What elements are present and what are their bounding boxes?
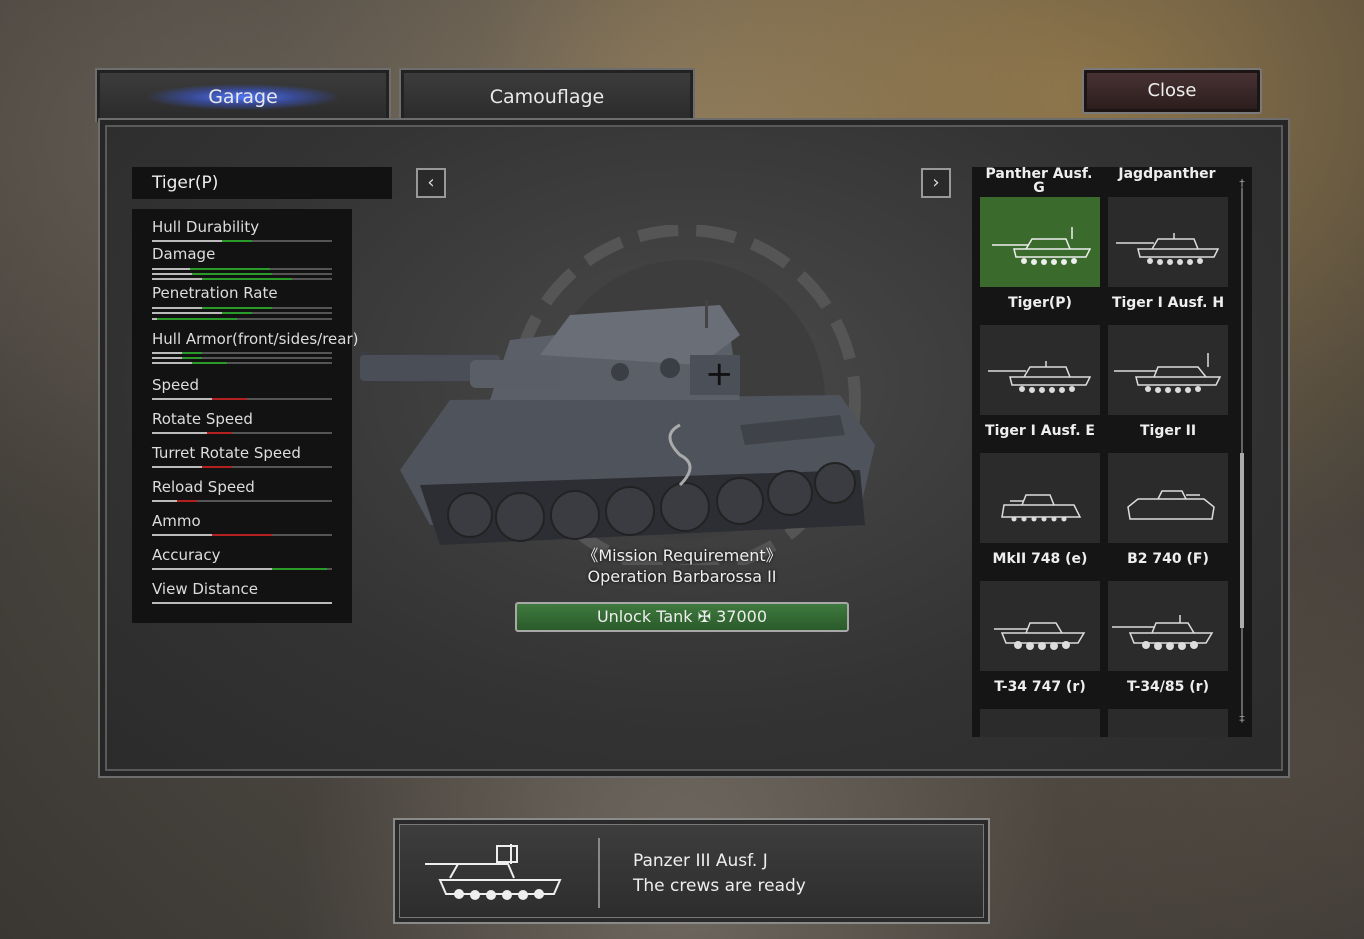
mission-title: 《Mission Requirement》 (582, 546, 782, 565)
tab-garage-label: Garage (208, 86, 278, 108)
stat-label: Rotate Speed (152, 410, 253, 428)
stat-bar (152, 432, 332, 434)
stat-bar (152, 278, 332, 280)
tank-thumbnail (1108, 581, 1228, 671)
notification-divider (598, 838, 600, 908)
stat-bar (152, 318, 332, 320)
tank-tile-t34[interactable]: T-34 747 (r) (980, 581, 1100, 699)
tank-tile-partial[interactable] (1108, 709, 1228, 737)
unlock-tank-button[interactable]: Unlock Tank ✠ 37000 (515, 602, 849, 632)
notification-tank-name: Panzer III Ausf. J (633, 851, 768, 871)
close-button-label: Close (1147, 80, 1197, 101)
tank-name: B2 740 (F) (1127, 551, 1209, 567)
tank-list[interactable]: Panther Ausf. G Jagdpanther Tiger(P) Tig… (972, 167, 1252, 737)
unlock-cost: 37000 (716, 607, 768, 626)
close-button[interactable]: Close (1082, 68, 1262, 114)
tank-thumbnail (980, 581, 1100, 671)
tank-thumbnail (980, 709, 1100, 737)
stat-label: Reload Speed (152, 478, 255, 496)
tank-name: T-34 747 (r) (994, 679, 1086, 695)
svg-text:+: + (705, 354, 734, 394)
list-item-label: Jagdpanther (1118, 167, 1216, 182)
stat-bar (152, 357, 332, 359)
stat-label: Penetration Rate (152, 284, 278, 302)
tank-thumbnail (1108, 709, 1228, 737)
tank-tile-tiger-p[interactable]: Tiger(P) (980, 197, 1100, 315)
stat-bar (152, 273, 332, 275)
tab-camouflage-label: Camouflage (489, 86, 605, 108)
tank-tile-partial[interactable] (980, 709, 1100, 737)
tank-thumbnail (1108, 325, 1228, 415)
tank-thumbnail (980, 197, 1100, 287)
stat-bar (152, 500, 332, 502)
chevron-left-icon: ‹ (427, 172, 435, 193)
selected-tank-name: Tiger(P) (132, 167, 392, 199)
tank-list-scrollbar[interactable]: † ‡ (1238, 178, 1246, 724)
mission-name: Operation Barbarossa II (587, 567, 777, 586)
tank-thumbnail (1108, 453, 1228, 543)
chevron-right-icon: › (932, 172, 940, 193)
unlock-label: Unlock Tank (596, 607, 693, 626)
tank-name: Tiger I Ausf. H (1111, 295, 1225, 311)
stat-bar (152, 568, 332, 570)
stats-panel: Hull Durability Damage Penetration Rate … (132, 209, 358, 623)
tank-name: Tiger(P) (1008, 295, 1072, 311)
tank-name: T-34/85 (r) (1127, 679, 1209, 695)
tank-thumbnail (980, 453, 1100, 543)
tank-tile-mkii[interactable]: MkII 748 (e) (980, 453, 1100, 571)
tank-name: Tiger II (1139, 423, 1197, 439)
stat-bar (152, 362, 332, 364)
mission-requirement: 《Mission Requirement》 Operation Barbaros… (516, 545, 848, 587)
stat-label: Hull Durability (152, 218, 260, 236)
stat-bar (152, 398, 332, 400)
stat-label: Speed (152, 376, 200, 394)
notification-message: The crews are ready (633, 876, 806, 896)
stat-bar (152, 240, 332, 242)
stat-label: View Distance (152, 580, 258, 598)
stat-bar (152, 268, 332, 270)
stat-bar (152, 602, 332, 604)
stat-bar (152, 466, 332, 468)
tank-thumbnail (1108, 197, 1228, 287)
tank-tile-b2[interactable]: B2 740 (F) (1108, 453, 1228, 571)
stat-label: Accuracy (152, 546, 221, 564)
scroll-down-icon[interactable]: ‡ (1235, 713, 1249, 724)
tank-preview[interactable]: + (110, 224, 900, 576)
tank-tile-t34-85[interactable]: T-34/85 (r) (1108, 581, 1228, 699)
tank-name: MkII 748 (e) (992, 551, 1088, 567)
iron-cross-icon: ✠ (697, 607, 712, 626)
panzer-iii-icon (425, 844, 562, 900)
scroll-thumb[interactable] (1240, 453, 1244, 628)
list-item-label: Panther Ausf. G (985, 167, 1093, 196)
tab-camouflage[interactable]: Camouflage (399, 68, 695, 122)
stat-label: Turret Rotate Speed (152, 444, 301, 462)
tank-tile-tiger-ii[interactable]: Tiger II (1108, 325, 1228, 443)
stat-bar (152, 534, 332, 536)
stat-label: Damage (152, 245, 216, 263)
tank-name: Tiger I Ausf. E (985, 423, 1095, 439)
tank-tile-tiger-i-h[interactable]: Tiger I Ausf. H (1108, 197, 1228, 315)
tank-thumbnail (980, 325, 1100, 415)
scroll-track (1241, 188, 1243, 714)
notification-banner: Panzer III Ausf. J The crews are ready (393, 818, 990, 924)
tab-garage[interactable]: Garage (95, 68, 391, 122)
tank-model-image: + (110, 224, 875, 576)
stat-bar (152, 352, 332, 354)
stat-label: Ammo (152, 512, 201, 530)
next-tank-button[interactable]: › (921, 168, 951, 198)
stat-bar (152, 307, 332, 309)
prev-tank-button[interactable]: ‹ (416, 168, 446, 198)
tank-tile-tiger-i-e[interactable]: Tiger I Ausf. E (980, 325, 1100, 443)
stat-label: Hull Armor(front/sides/rear) (152, 330, 359, 348)
stat-bar (152, 312, 332, 314)
